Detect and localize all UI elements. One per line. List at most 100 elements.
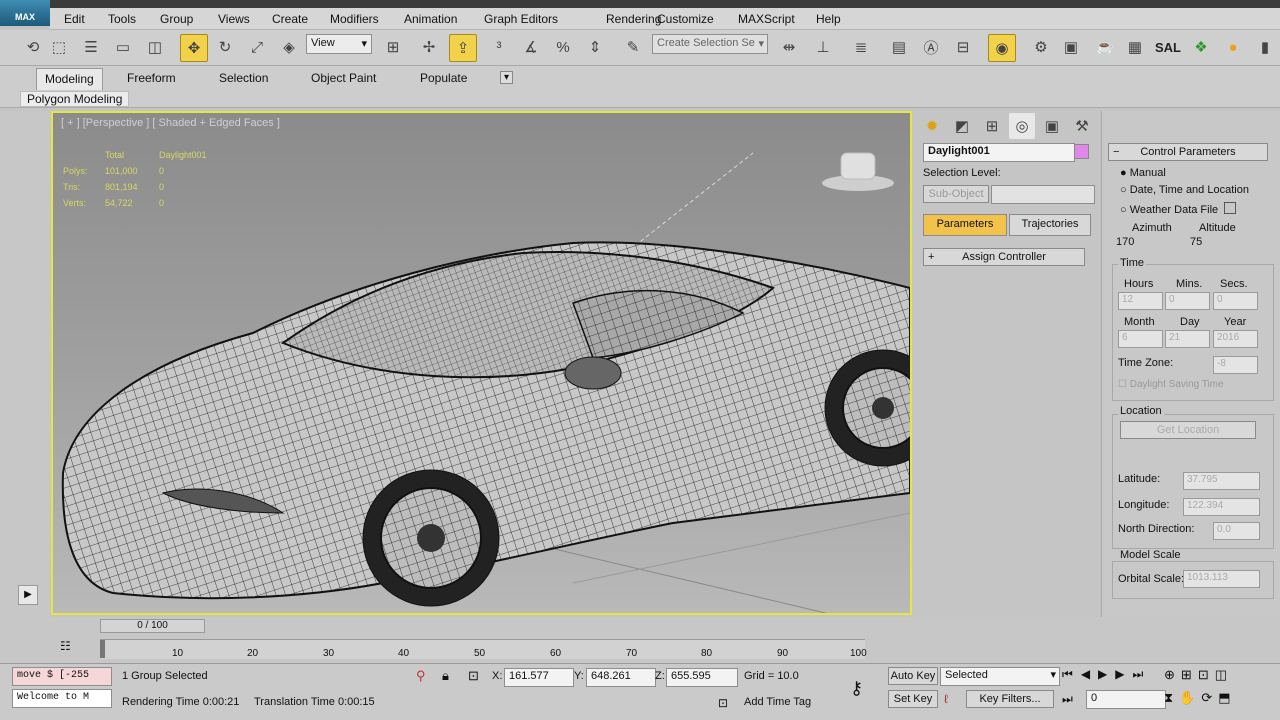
snap-icon[interactable]: ³ bbox=[486, 34, 512, 60]
weather-file-button[interactable] bbox=[1224, 202, 1237, 214]
menu-help[interactable]: Help bbox=[816, 12, 841, 26]
menu-edit[interactable]: Edit bbox=[64, 12, 85, 26]
modify-tab-icon[interactable]: ◩ bbox=[949, 113, 975, 139]
motion-tab-icon[interactable]: ◎ bbox=[1009, 113, 1035, 139]
scene-explorer-icon[interactable]: ▤ bbox=[886, 34, 912, 60]
align-icon[interactable]: ⊥ bbox=[810, 34, 836, 60]
ribbon-options-icon[interactable]: ▾ bbox=[500, 71, 514, 84]
display-tab-icon[interactable]: ▣ bbox=[1039, 113, 1065, 139]
object-color-swatch[interactable] bbox=[1074, 144, 1089, 159]
z-coordinate[interactable]: 655.595 bbox=[666, 668, 738, 687]
select-icon[interactable]: ⬚ bbox=[46, 34, 72, 60]
rendered-frame-icon[interactable]: ▣ bbox=[1058, 34, 1084, 60]
perspective-viewport[interactable]: [ + ] [Perspective ] [ Shaded + Edged Fa… bbox=[51, 111, 912, 615]
menu-customize[interactable]: Customize bbox=[657, 12, 714, 26]
menu-rendering[interactable]: Rendering bbox=[606, 12, 661, 26]
orbital-scale-spinner[interactable]: 1013.113 bbox=[1183, 570, 1260, 588]
go-to-start-icon[interactable]: ⏮ bbox=[1062, 667, 1073, 682]
previous-frame-icon[interactable]: ◀ bbox=[1081, 667, 1090, 682]
zoom-all-icon[interactable]: ⊞ bbox=[1181, 667, 1192, 683]
day-spinner[interactable]: 21 bbox=[1165, 330, 1210, 348]
more-icon[interactable]: ▮ bbox=[1252, 34, 1278, 60]
percent-snap-icon[interactable]: % bbox=[550, 34, 576, 60]
auto-key-button[interactable]: Auto Key bbox=[888, 667, 938, 685]
play-icon[interactable]: ▶ bbox=[1098, 667, 1107, 682]
add-time-tag[interactable]: Add Time Tag bbox=[744, 696, 811, 708]
azimuth-value[interactable]: 170 bbox=[1116, 236, 1134, 248]
key-icon[interactable]: ⚷ bbox=[850, 678, 863, 699]
radio-manual[interactable]: ● Manual bbox=[1120, 167, 1166, 179]
keyboard-shortcut-icon[interactable]: ⇪ bbox=[449, 34, 477, 62]
ribbon-tab-selection[interactable]: Selection bbox=[219, 71, 268, 85]
lock-icon[interactable]: 🔒︎ bbox=[442, 668, 449, 684]
ribbon-tab-modeling[interactable]: Modeling bbox=[36, 68, 103, 90]
layers-icon[interactable]: ≣ bbox=[848, 34, 874, 60]
polygon-modeling-panel[interactable]: Polygon Modeling bbox=[20, 91, 130, 107]
sun-icon[interactable]: ● bbox=[1220, 34, 1246, 60]
north-direction-spinner[interactable]: 0.0 bbox=[1213, 522, 1260, 540]
pan-icon[interactable]: ✋ bbox=[1179, 690, 1195, 706]
sub-object-dropdown[interactable] bbox=[991, 185, 1095, 204]
ribbon-tab-object-paint[interactable]: Object Paint bbox=[311, 71, 376, 85]
key-tangent-icon[interactable]: ℓ bbox=[944, 692, 948, 706]
tab-parameters[interactable]: Parameters bbox=[923, 214, 1007, 236]
maxscript-output[interactable]: Welcome to M bbox=[12, 689, 112, 708]
hierarchy-tab-icon[interactable]: ⊞ bbox=[979, 113, 1005, 139]
set-key-button[interactable]: Set Key bbox=[888, 690, 938, 708]
absolute-mode-icon[interactable]: ⊡ bbox=[468, 668, 479, 684]
reference-coord-dropdown[interactable]: View ▾ bbox=[306, 34, 372, 54]
teapot-icon[interactable]: ☕ bbox=[1092, 34, 1118, 60]
daylight-saving-checkbox[interactable]: ☐ Daylight Saving Time bbox=[1118, 379, 1224, 390]
schematic-icon[interactable]: ⊟ bbox=[950, 34, 976, 60]
isolate-icon[interactable]: ⚲ bbox=[416, 668, 426, 684]
window-crossing-icon[interactable]: ◫ bbox=[142, 34, 168, 60]
spinner-snap-icon[interactable]: ⇕ bbox=[582, 34, 608, 60]
undo-icon[interactable]: ⟲ bbox=[20, 34, 46, 60]
year-spinner[interactable]: 2016 bbox=[1213, 330, 1258, 348]
current-frame-field[interactable]: 0 bbox=[1086, 690, 1166, 709]
graphite-icon[interactable]: ❖ bbox=[1188, 34, 1214, 60]
play-icon[interactable]: ▶ bbox=[18, 585, 38, 605]
next-frame-icon[interactable]: ▶ bbox=[1115, 667, 1124, 682]
get-location-button[interactable]: Get Location bbox=[1120, 421, 1256, 439]
key-mode-dropdown[interactable]: Selected ▾ bbox=[940, 667, 1060, 686]
go-to-end-icon[interactable]: ⏭ bbox=[1133, 667, 1144, 682]
radio-weather-file[interactable]: ○ Weather Data File bbox=[1120, 202, 1237, 216]
mirror-icon[interactable]: ⇹ bbox=[776, 34, 802, 60]
zoom-icon[interactable]: ⊕ bbox=[1164, 667, 1175, 683]
latitude-spinner[interactable]: 37.795 bbox=[1183, 472, 1260, 490]
field-of-view-icon[interactable]: ◫ bbox=[1215, 667, 1227, 683]
sal-icon[interactable]: SAL bbox=[1154, 34, 1182, 60]
menu-modifiers[interactable]: Modifiers bbox=[330, 12, 379, 26]
track-bar[interactable]: 10 20 30 40 50 60 70 80 90 100 bbox=[100, 639, 867, 659]
utilities-tab-icon[interactable]: ⚒ bbox=[1069, 113, 1095, 139]
named-selection-dropdown[interactable]: Create Selection Se ▾ bbox=[652, 34, 768, 54]
create-tab-icon[interactable]: ✹ bbox=[919, 113, 945, 139]
select-move-icon[interactable]: ✥ bbox=[180, 34, 208, 62]
placement-icon[interactable]: ◈ bbox=[276, 34, 302, 60]
y-coordinate[interactable]: 648.261 bbox=[586, 668, 656, 687]
altitude-value[interactable]: 75 bbox=[1190, 236, 1202, 248]
scale-icon[interactable]: ⤢ bbox=[244, 34, 270, 60]
curve-editor-icon[interactable]: Ⓐ bbox=[918, 34, 944, 60]
object-name-field[interactable]: Daylight001 bbox=[923, 143, 1075, 162]
ribbon-tab-freeform[interactable]: Freeform bbox=[127, 71, 176, 85]
control-parameters-header[interactable]: − Control Parameters bbox=[1108, 143, 1268, 161]
menu-graph-editors[interactable]: Graph Editors bbox=[484, 12, 558, 26]
menu-animation[interactable]: Animation bbox=[404, 12, 457, 26]
render-setup-icon[interactable]: ⚙ bbox=[1028, 34, 1054, 60]
radio-date-time-location[interactable]: ○ Date, Time and Location bbox=[1120, 184, 1249, 196]
ribbon-tab-populate[interactable]: Populate bbox=[420, 71, 467, 85]
hours-spinner[interactable]: 12 bbox=[1118, 292, 1163, 310]
orbit-icon[interactable]: ⟳ bbox=[1201, 690, 1212, 706]
edit-named-sel-icon[interactable]: ✎ bbox=[620, 34, 646, 60]
material-editor-icon[interactable]: ◉ bbox=[988, 34, 1016, 62]
menu-group[interactable]: Group bbox=[160, 12, 193, 26]
time-slider[interactable]: 0 / 100 bbox=[100, 619, 205, 633]
rotate-icon[interactable]: ↻ bbox=[212, 34, 238, 60]
zoom-extents-icon[interactable]: ⊡ bbox=[1198, 667, 1209, 683]
time-tag-icon[interactable]: ⊡ bbox=[718, 696, 728, 710]
maximize-viewport-icon[interactable]: ⬒ bbox=[1218, 690, 1230, 706]
render-production-icon[interactable]: ▦ bbox=[1122, 34, 1148, 60]
rect-region-icon[interactable]: ▭ bbox=[110, 34, 136, 60]
